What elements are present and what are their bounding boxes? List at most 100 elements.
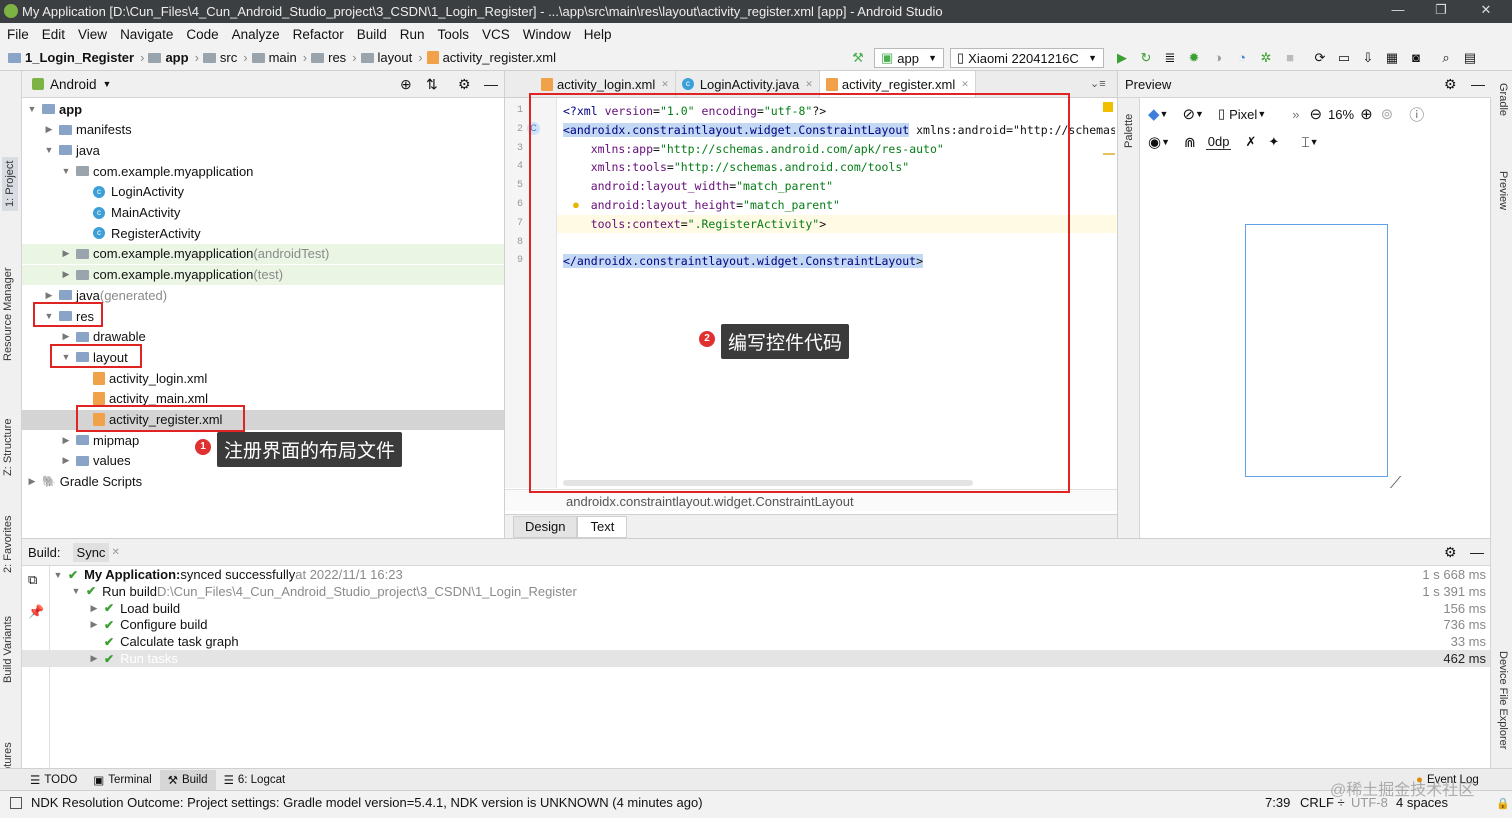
menu-run[interactable]: Run [400, 27, 425, 42]
sync-tab[interactable]: Sync [72, 542, 110, 562]
settings-icon[interactable]: ▤ [1462, 50, 1478, 66]
breadcrumb-item[interactable]: res [311, 50, 346, 65]
tree-item[interactable]: ▶ 🐘 Gradle Scripts [22, 472, 504, 492]
maximize-button[interactable]: ❐ [1421, 2, 1461, 20]
build-hide-icon[interactable]: — [1470, 544, 1484, 560]
code-line[interactable]: <?xml version="1.0" encoding="utf-8"?> [563, 102, 1115, 120]
hide-icon[interactable]: — [484, 76, 498, 92]
stop-icon[interactable]: ■ [1282, 50, 1298, 66]
close-tab-icon[interactable]: ✕ [661, 79, 669, 90]
tabs-overflow-icon[interactable]: ⌄≡ [1090, 77, 1106, 90]
logcat-tab[interactable]: ☰ 6: Logcat [216, 770, 294, 790]
structure-tab[interactable]: Z: Structure [2, 419, 14, 476]
close-tab-icon[interactable]: ✕ [805, 79, 813, 90]
gradle-tab[interactable]: Gradle [1497, 83, 1509, 116]
preview-gear-icon[interactable]: ⚙ [1444, 76, 1457, 93]
more-icon[interactable]: » [1292, 107, 1299, 122]
editor-tab[interactable]: activity_register.xml ✕ [819, 71, 976, 97]
project-view-select[interactable]: Android [50, 77, 97, 92]
eye-icon[interactable]: ◉ [1148, 133, 1161, 151]
palette-tab[interactable]: Palette [1123, 114, 1135, 148]
tree-item[interactable]: ▼ app [22, 99, 504, 119]
collapse-icon[interactable]: ⇅ [426, 76, 438, 93]
guidelines-icon[interactable]: ⌶ [1301, 134, 1309, 151]
menu-analyze[interactable]: Analyze [232, 27, 280, 42]
tree-item[interactable]: ▶ drawable [22, 327, 504, 347]
device-file-explorer-tab[interactable]: Device File Explorer [1497, 651, 1509, 749]
preview-device-select[interactable]: Pixel [1229, 107, 1257, 122]
magnet-icon[interactable]: ⋒ [1184, 134, 1196, 151]
apply-changes-icon[interactable]: ↻ [1138, 50, 1154, 66]
build-row[interactable]: ▼ ✔ Run build D:\Cun_Files\4_Cun_Android_S… [22, 583, 1490, 600]
code-line[interactable]: </androidx.constraintlayout.widget.Const… [563, 252, 1115, 270]
tree-item[interactable]: ▼ layout [22, 347, 504, 367]
menu-refactor[interactable]: Refactor [293, 27, 344, 42]
close-button[interactable]: ✕ [1466, 2, 1506, 20]
minimize-button[interactable]: — [1378, 2, 1418, 20]
code-line[interactable]: <androidx.constraintlayout.widget.Constr… [563, 121, 1115, 139]
search-icon[interactable]: ⌕ [1438, 50, 1454, 66]
breadcrumb-item[interactable]: app [148, 50, 189, 65]
layout-c-icon[interactable]: C [527, 122, 540, 135]
run-icon[interactable]: ▶ [1114, 50, 1130, 66]
debug-icon[interactable]: ✹ [1186, 50, 1202, 66]
collapsed-arrow-icon[interactable]: ▶ [60, 269, 72, 280]
todo-tab[interactable]: ☰ TODO [22, 770, 85, 790]
clear-constraints-icon[interactable]: ✗ [1245, 134, 1256, 150]
expanded-arrow-icon[interactable]: ▼ [60, 166, 72, 176]
build-row[interactable]: ▶ ✔ Run tasks 462 ms [22, 650, 1490, 667]
code-line[interactable]: xmlns:tools="http://schemas.android.com/… [563, 158, 1115, 176]
tree-item[interactable]: ▼ java [22, 140, 504, 160]
code-line[interactable]: android:layout_width="match_parent" [563, 177, 1115, 195]
avd-manager-icon[interactable]: ▭ [1336, 50, 1352, 66]
locate-icon[interactable]: ⊕ [400, 76, 412, 93]
menu-window[interactable]: Window [523, 27, 571, 42]
zoom-out-icon[interactable]: ⊖ [1309, 105, 1322, 123]
menu-tools[interactable]: Tools [438, 27, 470, 42]
terminal-tab[interactable]: ▣ Terminal [85, 770, 159, 790]
menu-edit[interactable]: Edit [42, 27, 65, 42]
layout-inspector-icon[interactable]: ◙ [1408, 50, 1424, 66]
tree-item[interactable]: ▼ res [22, 306, 504, 326]
horizontal-scrollbar[interactable] [563, 480, 973, 486]
hammer-icon[interactable]: ⚒ [850, 50, 866, 66]
breadcrumb-item[interactable]: activity_register.xml [426, 50, 556, 65]
lock-icon[interactable]: 🔒 [1496, 797, 1510, 810]
design-tab[interactable]: Design [513, 515, 578, 538]
tree-item[interactable]: ▼ com.example.myapplication [22, 161, 504, 181]
breadcrumb-item[interactable]: layout [360, 50, 412, 65]
build-gear-icon[interactable]: ⚙ [1444, 544, 1457, 561]
tree-item[interactable]: c MainActivity [22, 203, 504, 223]
xml-path[interactable]: androidx.constraintlayout.widget.Constra… [566, 494, 854, 509]
breadcrumb-item[interactable]: src [202, 50, 237, 65]
tree-item[interactable]: ▶ manifests [22, 120, 504, 140]
breadcrumb-item[interactable]: 1_Login_Register [8, 50, 134, 65]
caret-position[interactable]: 7:39 [1265, 795, 1290, 810]
layers-icon[interactable]: ◆ [1148, 105, 1160, 123]
collapsed-arrow-icon[interactable]: ▶ [88, 603, 100, 614]
device-select[interactable]: ▯ Xiaomi 22041216C ▼ [950, 48, 1104, 68]
menu-code[interactable]: Code [186, 27, 218, 42]
editor-tab[interactable]: c LoginActivity.java ✕ [676, 71, 820, 97]
collapsed-arrow-icon[interactable]: ▶ [60, 455, 72, 466]
close-tab-icon[interactable]: ✕ [961, 79, 969, 90]
text-tab[interactable]: Text [577, 515, 628, 538]
close-tab-icon[interactable]: ✕ [111, 547, 119, 558]
profile-icon[interactable]: ◑ [1210, 50, 1226, 66]
editor-tab[interactable]: activity_login.xml ✕ [535, 71, 676, 97]
infer-constraints-icon[interactable]: ✦ [1268, 134, 1279, 150]
resize-handle-icon[interactable]: ⟋ [1390, 475, 1401, 493]
build-row[interactable]: ✔ Calculate task graph 33 ms [22, 633, 1490, 650]
apply-code-icon[interactable]: ≣ [1162, 50, 1178, 66]
expanded-arrow-icon[interactable]: ▼ [52, 570, 64, 580]
zoom-in-icon[interactable]: ⊕ [1360, 105, 1373, 123]
tree-item[interactable]: activity_login.xml [22, 368, 504, 388]
tree-item[interactable]: ▶ com.example.myapplication (test) [22, 264, 504, 285]
code-line[interactable]: xmlns:app="http://schemas.android.com/ap… [563, 140, 1115, 158]
collapsed-arrow-icon[interactable]: ▶ [43, 124, 55, 135]
tree-item[interactable]: activity_main.xml [22, 389, 504, 409]
preview-hide-icon[interactable]: — [1471, 76, 1485, 92]
code-line[interactable]: tools:context=".RegisterActivity"> [557, 214, 1117, 233]
collapsed-arrow-icon[interactable]: ▶ [60, 435, 72, 446]
project-structure-icon[interactable]: ▦ [1384, 50, 1400, 66]
